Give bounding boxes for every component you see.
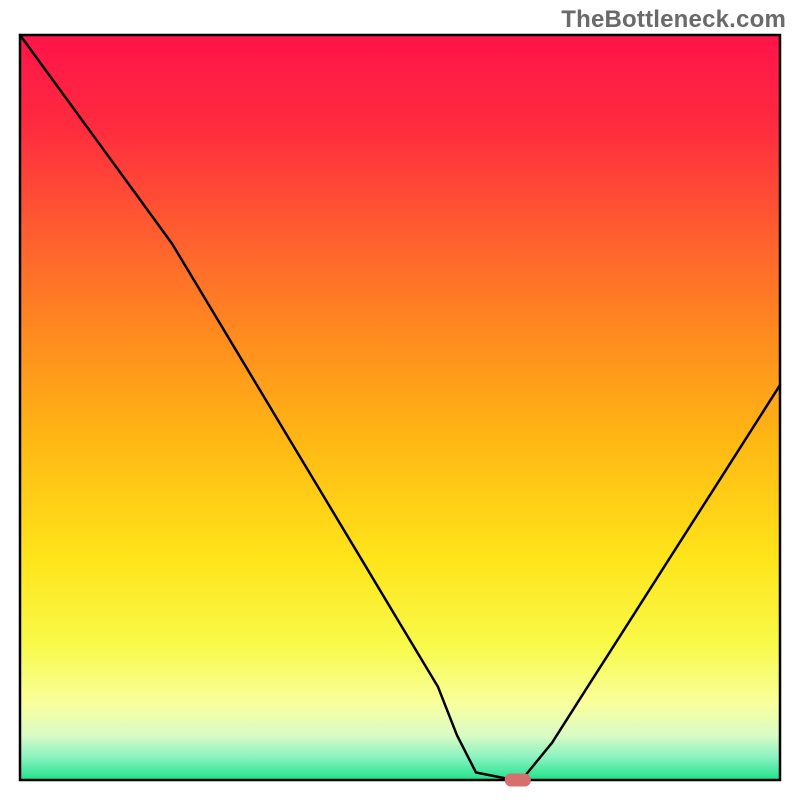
optimal-point-marker — [505, 774, 531, 787]
chart-container: TheBottleneck.com — [0, 0, 800, 800]
chart-svg — [0, 0, 800, 800]
plot-background — [20, 35, 780, 780]
watermark-label: TheBottleneck.com — [561, 6, 786, 34]
